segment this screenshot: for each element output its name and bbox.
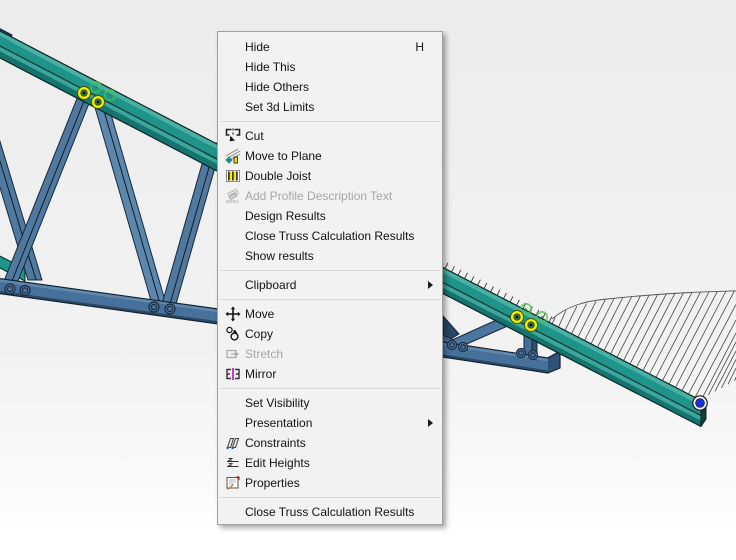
blank-icon-slot <box>222 79 244 95</box>
submenu-arrow-icon <box>428 281 433 289</box>
blank-icon-slot <box>222 59 244 75</box>
menu-item-label: Set 3d Limits <box>245 100 314 114</box>
menu-item-show-results[interactable]: Show results <box>218 246 442 266</box>
menu-item-label: Mirror <box>245 367 276 381</box>
blank-icon-slot <box>222 39 244 55</box>
blank-icon-slot <box>222 208 244 224</box>
menu-item-clipboard[interactable]: Clipboard <box>218 275 442 295</box>
svg-text:DESC: DESC <box>226 199 239 204</box>
menu-item-label: Move <box>245 307 274 321</box>
tip-node-marker[interactable] <box>693 396 707 410</box>
menu-item-label: Close Truss Calculation Results <box>245 505 414 519</box>
menu-item-label: Clipboard <box>245 278 296 292</box>
menu-item-label: Double Joist <box>245 169 311 183</box>
menu-item-set-visibility[interactable]: Set Visibility <box>218 393 442 413</box>
menu-item-design-results[interactable]: Design Results <box>218 206 442 226</box>
menu-item-label: Set Visibility <box>245 396 309 410</box>
menu-item-label: Add Profile Description Text <box>245 189 392 203</box>
menu-item-label: Properties <box>245 476 300 490</box>
menu-item-label: Show results <box>245 249 314 263</box>
menu-item-stretch: Stretch <box>218 344 442 364</box>
menu-item-set-3d-limits[interactable]: Set 3d Limits <box>218 97 442 117</box>
menu-item-move-to-plane[interactable]: Move to Plane <box>218 146 442 166</box>
blank-icon-slot <box>222 248 244 264</box>
blank-icon-slot <box>222 228 244 244</box>
menu-separator <box>220 270 440 271</box>
menu-item-label: Design Results <box>245 209 326 223</box>
blank-icon-slot <box>222 277 244 293</box>
blank-icon-slot <box>222 415 244 431</box>
menu-item-presentation[interactable]: Presentation <box>218 413 442 433</box>
menu-item-properties[interactable]: Properties <box>218 473 442 493</box>
move-icon <box>222 306 244 322</box>
context-menu: Hide H Hide This Hide Others Set 3d Limi… <box>217 31 443 525</box>
blank-icon-slot <box>222 99 244 115</box>
menu-separator <box>220 497 440 498</box>
menu-item-copy[interactable]: Copy <box>218 324 442 344</box>
menu-separator <box>220 299 440 300</box>
menu-item-label: Constraints <box>245 436 306 450</box>
menu-item-label: Close Truss Calculation Results <box>245 229 414 243</box>
menu-item-close-truss-calculation-results[interactable]: Close Truss Calculation Results <box>218 226 442 246</box>
menu-item-label: Cut <box>245 129 264 143</box>
menu-item-label: Hide This <box>245 60 295 74</box>
menu-item-label: Copy <box>245 327 273 341</box>
menu-separator <box>220 121 440 122</box>
menu-item-constraints[interactable]: Constraints <box>218 433 442 453</box>
blank-icon-slot <box>222 395 244 411</box>
double-joist-icon <box>222 168 244 184</box>
menu-item-label: Stretch <box>245 347 283 361</box>
menu-item-hide-this[interactable]: Hide This <box>218 57 442 77</box>
stretch-icon <box>222 346 244 362</box>
menu-item-hide-others[interactable]: Hide Others <box>218 77 442 97</box>
menu-item-mirror[interactable]: Mirror <box>218 364 442 384</box>
menu-item-double-joist[interactable]: Double Joist <box>218 166 442 186</box>
blank-icon-slot <box>222 504 244 520</box>
properties-icon <box>222 475 244 491</box>
menu-item-label: Presentation <box>245 416 312 430</box>
submenu-arrow-icon <box>428 419 433 427</box>
shortcut-key: H <box>415 40 436 54</box>
copy-icon <box>222 326 244 342</box>
menu-item-label: Move to Plane <box>245 149 322 163</box>
menu-item-add-profile-description-text: DESC Add Profile Description Text <box>218 186 442 206</box>
add-profile-description-text-icon: DESC <box>222 188 244 204</box>
constraints-icon <box>222 435 244 451</box>
menu-item-cut[interactable]: Cut <box>218 126 442 146</box>
menu-item-edit-heights[interactable]: Edit Heights <box>218 453 442 473</box>
edit-heights-icon <box>222 455 244 471</box>
menu-item-close-truss-calculation-results-footer[interactable]: Close Truss Calculation Results <box>218 502 442 522</box>
menu-item-label: Hide <box>245 40 270 54</box>
menu-item-move[interactable]: Move <box>218 304 442 324</box>
menu-item-hide[interactable]: Hide H <box>218 37 442 57</box>
menu-separator <box>220 388 440 389</box>
mirror-icon <box>222 366 244 382</box>
move-to-plane-icon <box>222 148 244 164</box>
menu-item-label: Hide Others <box>245 80 309 94</box>
cut-icon <box>222 128 244 144</box>
menu-item-label: Edit Heights <box>245 456 310 470</box>
